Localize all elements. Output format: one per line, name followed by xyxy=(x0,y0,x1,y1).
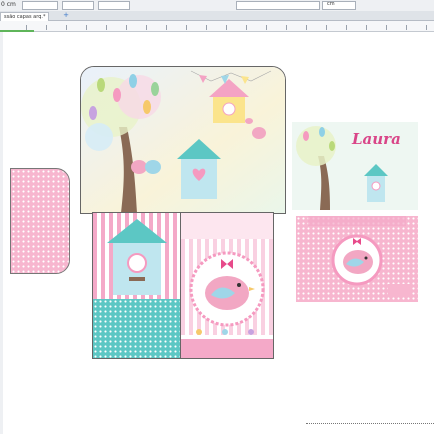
outline-unit-label: cm xyxy=(327,1,335,7)
bird-badge-illustration xyxy=(181,251,273,358)
outline-width-field[interactable] xyxy=(236,1,320,10)
outline-style-field[interactable]: cm xyxy=(322,1,356,10)
height-field[interactable] xyxy=(62,1,94,10)
width-field[interactable] xyxy=(22,1,58,10)
horizontal-ruler[interactable] xyxy=(0,21,434,32)
artwork-name-card[interactable]: Laura xyxy=(292,122,418,210)
document-tab[interactable]: ssão capas arq.* xyxy=(0,12,50,21)
document-tab-bar: ssão capas arq.* + xyxy=(0,11,434,21)
unit-label: 0 cm xyxy=(1,1,16,8)
selection-indicator xyxy=(0,30,34,32)
artwork-bird-card[interactable] xyxy=(296,216,418,302)
artwork-front-panel[interactable] xyxy=(92,212,182,359)
angle-field[interactable] xyxy=(98,1,130,10)
artwork-left-flap[interactable] xyxy=(10,168,70,274)
guide-line[interactable] xyxy=(306,423,434,424)
vertical-ruler[interactable] xyxy=(0,32,3,434)
document-tab-label: ssão capas arq.* xyxy=(4,14,46,20)
bird-card-illustration xyxy=(308,216,412,296)
artwork-main-panel[interactable] xyxy=(80,66,286,214)
birdhouse-scene-illustration xyxy=(81,67,285,213)
name-script-text: Laura xyxy=(352,130,401,148)
add-document-tab-button[interactable]: + xyxy=(62,12,70,19)
birdhouse-front-illustration xyxy=(107,219,167,295)
artwork-back-panel[interactable] xyxy=(180,212,274,359)
